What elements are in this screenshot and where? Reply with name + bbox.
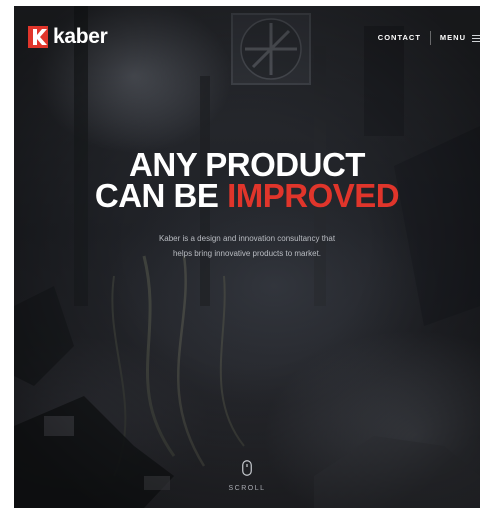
hero-section: kaber CONTACT MENU ANY PRODUCT CAN BE IM… — [14, 6, 480, 508]
headline-line-2-prefix: CAN BE — [94, 177, 219, 214]
menu-label: MENU — [439, 33, 466, 42]
hamburger-icon — [472, 34, 480, 42]
kaber-logo[interactable]: kaber — [28, 26, 108, 48]
menu-button[interactable]: MENU — [440, 31, 480, 45]
headline-accent-word: IMPROVED — [227, 177, 400, 214]
mouse-scroll-icon — [242, 460, 252, 476]
nav-divider — [429, 31, 431, 45]
contact-link[interactable]: CONTACT — [378, 31, 421, 45]
subtitle-line-1: Kaber is a design and innovation consult… — [158, 234, 336, 243]
top-navigation-bar: kaber CONTACT MENU — [14, 6, 480, 66]
hero-headline: ANY PRODUCT CAN BE IMPROVED — [14, 148, 480, 214]
scroll-label: SCROLL — [228, 485, 266, 492]
subtitle-line-2: helps bring innovative products to marke… — [172, 249, 322, 258]
main-nav: CONTACT MENU — [378, 31, 480, 45]
kaber-logo-icon — [28, 26, 48, 48]
hero-subtitle: Kaber is a design and innovation consult… — [14, 231, 480, 261]
brand-name: kaber — [53, 25, 108, 48]
scroll-down-button[interactable]: SCROLL — [14, 460, 480, 492]
